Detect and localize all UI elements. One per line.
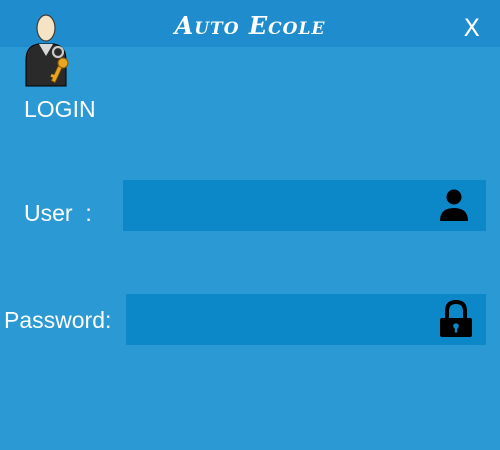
password-field-container[interactable] <box>126 294 486 345</box>
login-heading: LOGIN <box>24 96 96 122</box>
login-window: Auto Ecole X LOGIN User : Password: <box>0 0 500 450</box>
padlock-icon <box>440 299 472 337</box>
password-label: Password: <box>4 307 112 333</box>
title-bar[interactable]: Auto Ecole X <box>0 0 500 47</box>
user-label: User : <box>24 200 92 226</box>
window-title: Auto Ecole <box>174 11 326 40</box>
password-input[interactable] <box>126 294 426 345</box>
close-button[interactable]: X <box>464 16 480 40</box>
user-with-key-icon <box>25 14 69 87</box>
user-input[interactable] <box>123 180 423 231</box>
user-field-container[interactable] <box>123 180 486 231</box>
person-icon <box>440 189 468 221</box>
